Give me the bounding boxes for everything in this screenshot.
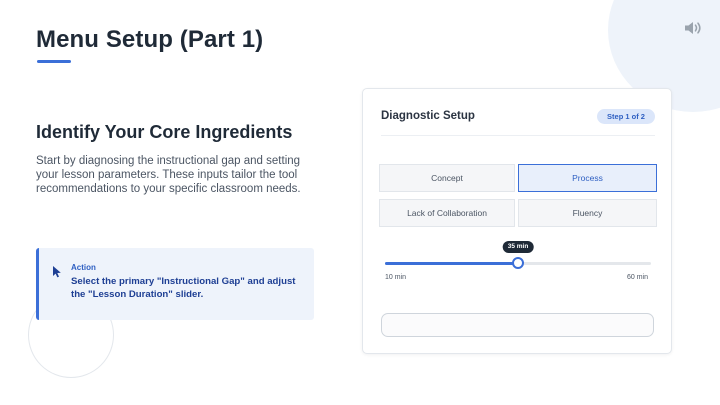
section-heading: Identify Your Core Ingredients [36,122,293,142]
step-badge: Step 1 of 2 [597,109,655,124]
empty-input-field[interactable] [381,313,654,337]
diagnostic-setup-panel: Diagnostic Setup Step 1 of 2 Concept Pro… [362,88,672,354]
slide: Menu Setup (Part 1) Identify Your Core I… [0,0,720,405]
slider-value-tooltip: 35 min [502,241,534,253]
section-description: Start by diagnosing the instructional ga… [36,155,301,195]
slider-max-label: 60 min [627,274,649,281]
slider-fill [385,262,518,265]
action-callout: Action Select the primary "Instructional… [36,248,314,320]
panel-title: Diagnostic Setup [381,110,475,122]
option-process-button[interactable]: Process [518,164,657,192]
lesson-duration-slider[interactable]: 35 min [385,241,651,271]
option-lack-of-collaboration-button[interactable]: Lack of Collaboration [379,199,515,227]
speaker-icon[interactable] [683,20,703,36]
divider [381,135,655,136]
slider-min-label: 10 min [385,274,407,281]
page-title: Menu Setup (Part 1) [36,26,264,53]
slider-thumb[interactable] [512,257,524,269]
title-underline [37,60,71,63]
action-instruction: Select the primary "Instructional Gap" a… [71,276,296,300]
action-label: Action [71,263,96,272]
cursor-icon [53,266,61,278]
option-fluency-button[interactable]: Fluency [518,199,657,227]
option-concept-button[interactable]: Concept [379,164,515,192]
